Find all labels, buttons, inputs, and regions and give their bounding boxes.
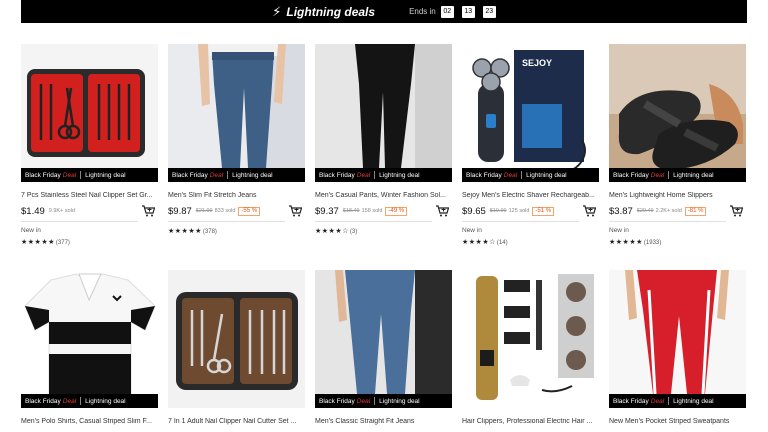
product-card[interactable]: Black Friday Deal Lightning deal Men's C…	[315, 44, 452, 270]
divider	[315, 221, 432, 222]
product-title[interactable]: Sejoy Men's Electric Shaver Rechargeab..…	[462, 192, 599, 199]
product-title[interactable]: 7 In 1 Adult Nail Clipper Nail Cutter Se…	[168, 418, 305, 425]
black-friday-promo-bar: Black Friday Deal Lightning deal	[21, 394, 158, 408]
product-card[interactable]: 7 In 1 Adult Nail Clipper Nail Cutter Se…	[168, 270, 305, 432]
product-price: $3.87	[609, 205, 633, 217]
black-friday-promo-bar: Black Friday Deal Lightning deal	[609, 168, 746, 182]
product-card[interactable]: Black Friday Deal Lightning deal Men's C…	[315, 270, 452, 432]
black-friday-promo-bar: Black Friday Deal Lightning deal	[609, 394, 746, 408]
sold-count: 2.2K+ sold	[655, 208, 682, 214]
review-count: (14)	[496, 240, 508, 246]
black-friday-promo-bar: Black Friday Deal Lightning deal	[21, 168, 158, 182]
product-title[interactable]: 7 Pcs Stainless Steel Nail Clipper Set G…	[21, 192, 158, 199]
original-price: $20.49	[636, 208, 654, 214]
discount-badge: -81 %	[684, 206, 707, 216]
black-friday-promo-bar: Black Friday Deal Lightning deal	[462, 168, 599, 182]
star-rating: ★★★★★(378)	[168, 228, 217, 235]
product-image[interactable]: Black Friday Deal Lightning deal	[21, 44, 158, 182]
svg-text:SEJOY: SEJOY	[522, 58, 552, 68]
divider	[462, 221, 579, 222]
product-image[interactable]: Black Friday Deal Lightning deal	[315, 44, 452, 182]
sold-count: 833 sold	[214, 208, 236, 214]
lightning-bolt-icon: ⚡	[272, 3, 282, 19]
product-image[interactable]: Black Friday Deal Lightning deal	[168, 44, 305, 182]
product-card[interactable]: SEJOY Black Friday Deal Lightning deal S…	[462, 44, 599, 270]
discount-badge: -55 %	[238, 206, 261, 216]
banner-title: Lightning deals	[286, 4, 376, 19]
divider	[21, 221, 138, 222]
discount-badge: -51 %	[532, 206, 555, 216]
product-title[interactable]: New Men's Pocket Striped Sweatpants	[609, 418, 746, 425]
product-image[interactable]: Black Friday Deal Lightning deal	[609, 44, 746, 182]
product-image[interactable]	[168, 270, 305, 408]
countdown-seconds: 23	[482, 5, 496, 18]
product-card[interactable]: Hair Clippers, Professional Electric Hai…	[462, 270, 599, 432]
product-image[interactable]: Black Friday Deal Lightning deal	[21, 270, 158, 408]
product-image[interactable]: SEJOY Black Friday Deal Lightning deal	[462, 44, 599, 182]
product-price: $9.65	[462, 205, 486, 217]
product-title[interactable]: Men's Polo Shirts, Casual Striped Slim F…	[21, 418, 158, 425]
product-card[interactable]: Black Friday Deal Lightning deal 7 Pcs S…	[21, 44, 158, 270]
product-grid: Black Friday Deal Lightning deal 7 Pcs S…	[21, 44, 747, 432]
star-rating: ★★★★☆(14)	[462, 239, 508, 246]
review-count: (378)	[202, 229, 217, 235]
product-card[interactable]: Black Friday Deal Lightning deal Men's P…	[21, 270, 158, 432]
review-count: (1933)	[643, 240, 662, 246]
add-to-cart-icon[interactable]	[141, 205, 155, 217]
product-price: $1.49	[21, 205, 45, 217]
add-to-cart-icon[interactable]	[582, 205, 596, 217]
black-friday-promo-bar: Black Friday Deal Lightning deal	[315, 394, 452, 408]
star-rating: ★★★★★(377)	[21, 239, 70, 246]
product-image[interactable]	[462, 270, 599, 408]
discount-badge: -49 %	[385, 206, 408, 216]
add-to-cart-icon[interactable]	[729, 205, 743, 217]
original-price: $18.49	[342, 208, 360, 214]
countdown-minutes: 13	[461, 5, 475, 18]
sold-count: 125 sold	[508, 208, 530, 214]
new-in-badge: New in	[609, 227, 629, 234]
original-price: $19.99	[489, 208, 507, 214]
product-card[interactable]: Black Friday Deal Lightning deal Men's L…	[609, 44, 746, 270]
star-rating: ★★★★★(1933)	[609, 239, 662, 246]
sold-count: 9.9K+ sold	[48, 208, 75, 214]
product-image[interactable]: Black Friday Deal Lightning deal	[315, 270, 452, 408]
review-count: (3)	[349, 229, 358, 235]
black-friday-promo-bar: Black Friday Deal Lightning deal	[168, 168, 305, 182]
countdown-hours: 02	[440, 5, 454, 18]
new-in-badge: New in	[462, 227, 482, 234]
product-image[interactable]: Black Friday Deal Lightning deal	[609, 270, 746, 408]
new-in-badge: New in	[21, 227, 41, 234]
product-title[interactable]: Men's Slim Fit Stretch Jeans	[168, 192, 305, 199]
add-to-cart-icon[interactable]	[435, 205, 449, 217]
product-card[interactable]: Black Friday Deal Lightning deal New Men…	[609, 270, 746, 432]
product-title[interactable]: Men's Casual Pants, Winter Fashion Sol..…	[315, 192, 452, 199]
product-price: $9.87	[168, 205, 192, 217]
original-price: $21.99	[195, 208, 213, 214]
product-title[interactable]: Hair Clippers, Professional Electric Hai…	[462, 418, 599, 425]
review-count: (377)	[55, 240, 70, 246]
ends-in-label: Ends in	[409, 7, 436, 16]
star-rating: ★★★★☆(3)	[315, 228, 358, 235]
divider	[168, 221, 285, 222]
divider	[609, 221, 726, 222]
lightning-deals-banner: ⚡ Lightning deals Ends in 02 13 23	[21, 0, 747, 23]
add-to-cart-icon[interactable]	[288, 205, 302, 217]
sold-count: 158 sold	[361, 208, 383, 214]
product-card[interactable]: Black Friday Deal Lightning deal Men's S…	[168, 44, 305, 270]
product-title[interactable]: Men's Lightweight Home Slippers	[609, 192, 746, 199]
black-friday-promo-bar: Black Friday Deal Lightning deal	[315, 168, 452, 182]
product-price: $9.37	[315, 205, 339, 217]
product-title[interactable]: Men's Classic Straight Fit Jeans	[315, 418, 452, 425]
